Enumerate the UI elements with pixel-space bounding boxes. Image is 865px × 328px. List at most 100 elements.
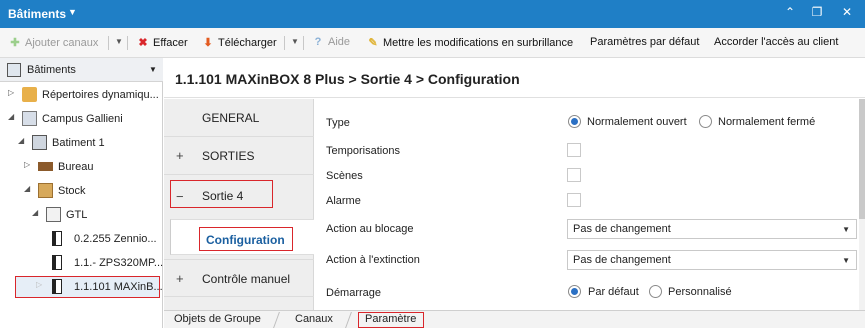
building-icon (7, 63, 21, 77)
scrollbar-thumb[interactable] (859, 99, 865, 219)
device-icon (52, 255, 62, 270)
nav-label: Contrôle manuel (202, 272, 291, 286)
demarrage-label: Démarrage (326, 287, 382, 299)
chevron-down-icon: ▼ (842, 225, 850, 234)
tree-node-bureau[interactable]: ▷ Bureau (0, 156, 163, 178)
nav-manual-control[interactable]: + Contrôle manuel (164, 259, 314, 297)
radio-label: Par défaut (588, 286, 639, 298)
expand-icon[interactable]: ▷ (36, 280, 42, 289)
alarme-checkbox[interactable] (567, 193, 581, 207)
tab-divider (345, 312, 352, 328)
tree-node-dynamic-folders[interactable]: ▷ Répertoires dynamiqu... (0, 84, 163, 106)
expand-icon[interactable]: ▷ (24, 160, 30, 169)
device-icon (52, 231, 62, 246)
help-icon: ? (314, 36, 322, 48)
add-channels-button[interactable]: ✚ Ajouter canaux (8, 36, 98, 49)
default-params-button[interactable]: Paramètres par défaut (590, 36, 699, 48)
tree-node-label: 0.2.255 Zennio... (74, 233, 157, 245)
collapse-icon[interactable]: ◢ (18, 136, 24, 145)
tree-node-campus[interactable]: ◢ Campus Gallieni (0, 108, 163, 130)
scrollbar[interactable] (859, 99, 865, 310)
desk-icon (38, 162, 53, 171)
expand-plus-icon[interactable]: + (176, 271, 184, 286)
panel-header: Bâtiments ▼ (0, 58, 163, 82)
device-icon (52, 279, 62, 294)
tab-divider (273, 312, 280, 328)
cabinet-icon (46, 207, 61, 222)
bottom-tabs: Objets de Groupe Canaux Paramètre (164, 310, 865, 328)
nav-configuration-label: Configuration (206, 233, 285, 247)
expand-icon[interactable]: ▷ (8, 88, 14, 97)
tree-node-batiment[interactable]: ◢ Batiment 1 (0, 132, 163, 154)
extinction-label: Action à l'extinction (326, 254, 420, 266)
toolbar-divider (303, 36, 304, 50)
temporisations-checkbox[interactable] (567, 143, 581, 157)
toolbar-divider (108, 36, 109, 50)
breadcrumb: 1.1.101 MAXinBOX 8 Plus > Sortie 4 > Con… (164, 58, 865, 98)
highlight-changes-button[interactable]: ✎ Mettre les modifications en surbrillanc… (366, 36, 573, 49)
tree-node-label: 1.1.101 MAXinB... (74, 281, 163, 293)
tab-group-objects[interactable]: Objets de Groupe (174, 313, 261, 325)
select-value: Pas de changement (573, 223, 671, 235)
radio-label: Normalement fermé (718, 116, 816, 128)
radio-label: Personnalisé (668, 286, 732, 298)
download-button[interactable]: ⬇ Télécharger (201, 36, 276, 49)
collapse-icon[interactable]: ◢ (32, 208, 38, 217)
tree-node-gtl[interactable]: ◢ GTL (0, 204, 163, 226)
nav-sorties[interactable]: + SORTIES (164, 137, 314, 175)
panel-title: Bâtiments (27, 64, 76, 76)
radio-label: Normalement ouvert (587, 116, 687, 128)
close-icon[interactable]: ✕ (838, 5, 856, 19)
delete-x-icon: ✖ (138, 37, 148, 49)
campus-icon (22, 111, 37, 126)
radio-custom[interactable] (649, 285, 662, 298)
building-icon (32, 135, 47, 150)
tab-channels[interactable]: Canaux (295, 313, 333, 325)
nav-label: GENERAL (202, 111, 260, 125)
tab-params[interactable]: Paramètre (365, 313, 416, 325)
radio-normally-closed[interactable] (699, 115, 712, 128)
tree-node-label: Stock (58, 185, 86, 197)
tree-node-label: 1.1.- ZPS320MP... (74, 257, 164, 269)
expand-plus-icon[interactable]: + (176, 148, 184, 163)
add-dropdown-icon[interactable]: ▼ (115, 37, 123, 46)
alarme-label: Alarme (326, 195, 361, 207)
collapse-icon[interactable]: ◢ (8, 112, 14, 121)
extinction-select[interactable]: Pas de changement ▼ (567, 250, 857, 270)
highlighter-icon: ✎ (368, 37, 378, 49)
tree-node-label: GTL (66, 209, 88, 221)
caret-down-icon[interactable]: ▼ (68, 7, 77, 17)
nav-label: SORTIES (202, 149, 255, 163)
nav-general[interactable]: GENERAL (164, 99, 314, 137)
radio-normally-open[interactable] (568, 115, 581, 128)
type-label: Type (326, 117, 350, 129)
blocage-select[interactable]: Pas de changement ▼ (567, 219, 857, 239)
parameter-form: Type Normalement ouvert Normalement ferm… (315, 99, 865, 310)
plus-icon: ✚ (10, 37, 20, 49)
delete-button[interactable]: ✖ Effacer (136, 36, 187, 49)
download-dropdown-icon[interactable]: ▼ (291, 37, 299, 46)
help-button[interactable]: ? Aide (311, 36, 350, 48)
tree-node-device-maxinbox[interactable]: ▷ 1.1.101 MAXinB... (0, 276, 163, 298)
tree-node-stock[interactable]: ◢ Stock (0, 180, 163, 202)
title-bar: Bâtiments ▼ ⌃ ❐ ✕ (0, 0, 865, 28)
radio-default[interactable] (568, 285, 581, 298)
chevron-up-icon[interactable]: ⌃ (781, 5, 799, 19)
collapse-icon[interactable]: ◢ (24, 184, 30, 193)
sortie-4-highlight (170, 180, 273, 208)
tree-node-device-zps[interactable]: 1.1.- ZPS320MP... (0, 252, 163, 274)
window-title: Bâtiments (8, 7, 67, 21)
toolbar-divider (127, 36, 128, 50)
chevron-down-icon: ▼ (842, 256, 850, 265)
restore-icon[interactable]: ❐ (808, 5, 826, 19)
folder-icon (22, 87, 37, 102)
tree-node-label: Répertoires dynamiqu... (42, 89, 159, 101)
toolbar: ✚ Ajouter canaux ▼ ✖ Effacer ⬇ Télécharger … (0, 28, 865, 58)
panel-menu-icon[interactable]: ▼ (149, 65, 157, 74)
grant-access-button[interactable]: Accorder l'accès au client (714, 36, 838, 48)
select-value: Pas de changement (573, 254, 671, 266)
scenes-checkbox[interactable] (567, 168, 581, 182)
page-title: 1.1.101 MAXinBOX 8 Plus > Sortie 4 > Con… (175, 71, 520, 87)
tree-node-device-zennio[interactable]: 0.2.255 Zennio... (0, 228, 163, 250)
temporisations-label: Temporisations (326, 145, 400, 157)
